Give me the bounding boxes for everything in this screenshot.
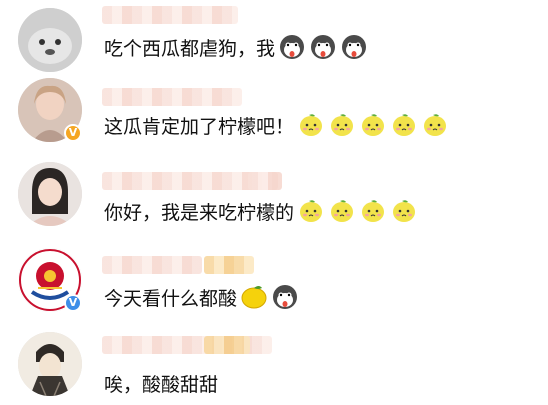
comment-item: V 今天看什么都酸 xyxy=(0,248,548,332)
lemon-face-icon xyxy=(297,197,325,225)
husky-icon xyxy=(271,283,299,311)
username-blurred[interactable] xyxy=(102,6,238,24)
verified-badge-icon: V xyxy=(64,294,82,312)
lemon-face-icon xyxy=(359,111,387,139)
badge-blurred xyxy=(204,336,250,354)
avatar[interactable] xyxy=(18,332,82,396)
comment-text: 唉，酸酸甜甜 xyxy=(104,368,218,398)
comment-item: 你好，我是来吃柠檬的 xyxy=(0,162,548,248)
comment-item: 吃个西瓜都虐狗，我 xyxy=(0,0,548,80)
username-blurred[interactable] xyxy=(102,88,242,106)
lemon-icon xyxy=(240,283,268,311)
lemon-face-icon xyxy=(390,197,418,225)
avatar[interactable] xyxy=(18,8,82,72)
avatar[interactable] xyxy=(18,162,82,226)
comment-text-content: 这瓜肯定加了柠檬吧！ xyxy=(104,115,295,138)
comment-text-content: 唉，酸酸甜甜 xyxy=(104,373,219,396)
lemon-face-icon xyxy=(297,111,325,139)
badge-blurred xyxy=(204,256,254,274)
husky-icon xyxy=(309,33,337,61)
lemon-face-icon xyxy=(421,111,449,139)
husky-icon xyxy=(340,33,368,61)
comment-text: 今天看什么都酸 xyxy=(104,282,299,312)
comment-item: V 这瓜肯定加了柠檬吧！ xyxy=(0,78,548,162)
comment-text: 吃个西瓜都虐狗，我 xyxy=(104,32,368,62)
lemon-face-icon xyxy=(328,111,356,139)
username-blurred[interactable] xyxy=(102,256,202,274)
comment-text-content: 今天看什么都酸 xyxy=(104,287,238,310)
comment-item: 唉，酸酸甜甜 xyxy=(0,330,548,405)
comment-text: 你好，我是来吃柠檬的 xyxy=(104,196,418,226)
lemon-face-icon xyxy=(390,111,418,139)
comment-text: 这瓜肯定加了柠檬吧！ xyxy=(104,110,449,140)
lemon-face-icon xyxy=(328,197,356,225)
husky-icon xyxy=(278,33,306,61)
comment-text-content: 你好，我是来吃柠檬的 xyxy=(104,201,295,224)
username-blurred[interactable] xyxy=(248,172,278,190)
comment-text-content: 吃个西瓜都虐狗，我 xyxy=(104,37,276,60)
verified-badge-icon: V xyxy=(64,124,82,142)
lemon-face-icon xyxy=(359,197,387,225)
